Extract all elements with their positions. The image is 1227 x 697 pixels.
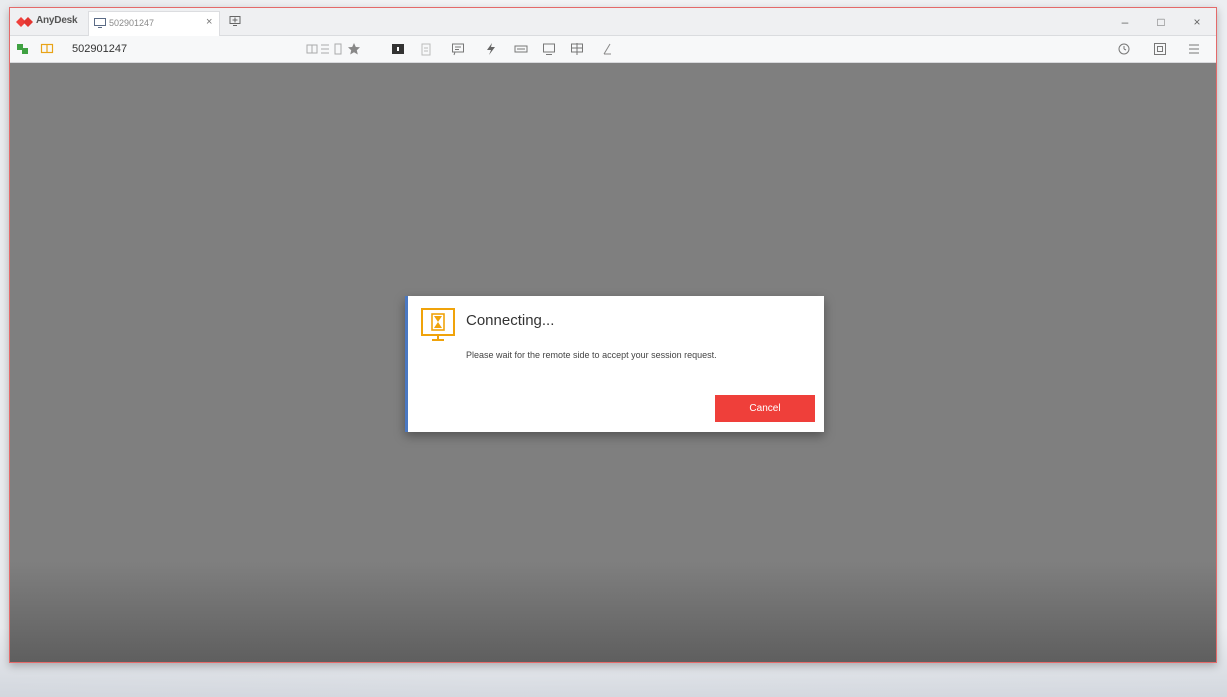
close-button[interactable]: × [1182,12,1212,32]
screenshot-icon[interactable] [1153,42,1167,56]
tab-session[interactable]: 502901247 × [88,11,220,36]
draw-icon[interactable] [600,42,614,56]
monitor-select-icon[interactable] [391,42,405,56]
keyboard-icon[interactable] [514,42,528,56]
file-icon[interactable] [331,42,345,56]
tab-close-icon[interactable]: × [206,16,212,28]
menu-icon[interactable] [1187,42,1201,56]
maximize-button[interactable]: □ [1146,12,1176,32]
chat-icon[interactable] [451,42,465,56]
remote-display-area: Connecting... Please wait for the remote… [10,63,1216,662]
cancel-button[interactable]: Cancel [715,395,815,422]
permissions-icon[interactable] [40,42,54,56]
bookmark-star-icon[interactable] [347,42,361,56]
disconnect-icon[interactable] [305,42,319,56]
dialog-message: Please wait for the remote side to accep… [466,350,717,360]
windows-icon[interactable] [570,42,584,56]
connection-status-icon [17,44,28,54]
hourglass-monitor-icon [421,308,455,341]
minimize-button[interactable]: – [1110,12,1140,32]
dialog-title: Connecting... [466,312,555,329]
monitor-icon [94,18,106,28]
connecting-dialog: Connecting... Please wait for the remote… [405,296,824,432]
title-bar: AnyDesk 502901247 × – □ × [10,8,1216,36]
address-field[interactable]: 502901247 [72,43,127,55]
history-icon[interactable] [1117,42,1131,56]
new-tab-icon[interactable] [229,15,241,27]
actions-icon[interactable] [484,42,498,56]
display-icon[interactable] [542,42,556,56]
align-icon[interactable] [318,42,332,56]
tab-label: 502901247 [109,18,155,28]
toolbar: 502901247 [10,36,1216,63]
clipboard-icon[interactable] [419,42,433,56]
anydesk-window: AnyDesk 502901247 × – □ × 502901247 Conn… [9,7,1217,663]
app-brand: AnyDesk [36,15,78,26]
